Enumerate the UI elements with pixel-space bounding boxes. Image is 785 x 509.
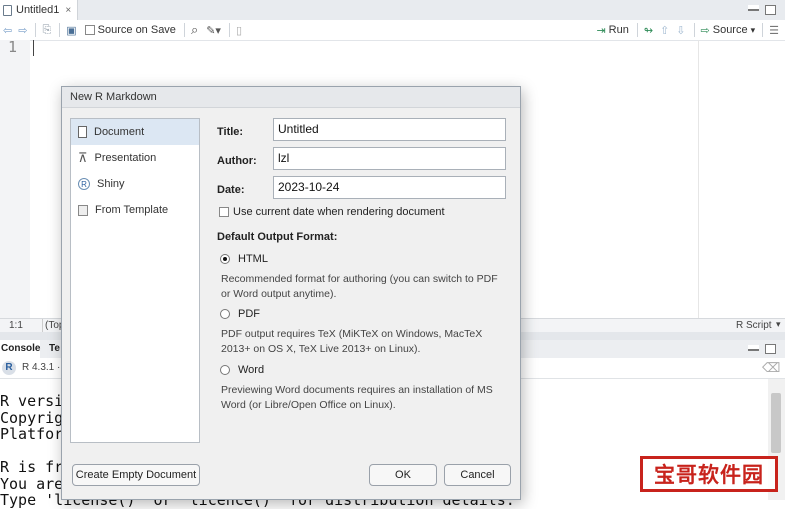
dialog-title: New R Markdown <box>62 87 520 108</box>
word-label[interactable]: Word <box>238 364 264 376</box>
use-current-date-checkbox[interactable] <box>219 207 229 217</box>
pdf-label[interactable]: PDF <box>238 308 260 320</box>
show-in-window-icon[interactable]: ⎘ <box>42 24 51 37</box>
list-item-label: From Template <box>95 204 169 216</box>
html-radio[interactable] <box>220 254 230 264</box>
maximize-icon[interactable] <box>765 5 776 15</box>
word-radio[interactable] <box>220 365 230 375</box>
scrollbar-thumb[interactable] <box>771 393 781 453</box>
r-logo-icon: R <box>2 361 16 375</box>
word-description: Previewing Word documents requires an in… <box>221 383 511 413</box>
list-item-from-template[interactable]: From Template <box>71 197 199 223</box>
list-item-label: Document <box>94 126 145 138</box>
magic-wand-icon[interactable]: ✎▾ <box>206 24 221 37</box>
description-line: Word (or Libre/Open Office on Linux). <box>221 399 396 411</box>
source-on-save-label: Source on Save <box>97 24 176 36</box>
create-empty-document-button[interactable]: Create Empty Document <box>72 464 200 486</box>
status-divider <box>42 319 43 333</box>
description-line: Previewing Word documents requires an in… <box>221 384 493 396</box>
use-current-date-label: Use current date when rendering document <box>233 206 445 218</box>
back-arrow-icon[interactable]: ⇦ <box>3 24 12 37</box>
toolbar-divider <box>183 23 185 37</box>
minimize-icon[interactable] <box>748 345 759 351</box>
description-line: PDF output requires TeX (MiKTeX on Windo… <box>221 328 483 340</box>
compile-report-icon[interactable]: ▯ <box>236 24 242 37</box>
margin-guide <box>698 40 699 318</box>
chevron-down-icon: ▾ <box>776 319 781 329</box>
list-item-presentation[interactable]: ⊼ Presentation <box>71 145 199 171</box>
list-item-label: Presentation <box>94 152 157 164</box>
html-label[interactable]: HTML <box>238 253 268 265</box>
minimize-icon[interactable] <box>748 5 759 11</box>
description-line: or Word output anytime). <box>221 288 337 300</box>
cursor-position: 1:1 <box>9 320 23 331</box>
template-icon <box>78 204 88 216</box>
source-label: Source <box>712 24 748 36</box>
run-arrow-icon: ⇥ <box>596 24 606 37</box>
presentation-icon: ⊼ <box>78 150 88 165</box>
editor-toolbar: ⇦ ⇨ ⎘ ▣ Source on Save ⌕ ✎▾ ▯ ⇥ Run ↬ ⇧ … <box>0 20 785 41</box>
list-item-label: Shiny <box>97 178 125 190</box>
pdf-radio[interactable] <box>220 309 230 319</box>
toolbar-divider <box>693 23 695 37</box>
description-line: 2013+ on OS X, TeX Live 2013+ on Linux). <box>221 343 421 355</box>
toolbar-divider <box>762 23 764 37</box>
shiny-icon: R <box>78 178 90 190</box>
chevron-down-icon: ▾ <box>750 24 756 35</box>
html-description: Recommended format for authoring (you ca… <box>221 272 511 302</box>
r-file-icon <box>3 4 12 16</box>
tab-console[interactable]: Console <box>0 340 40 358</box>
outline-icon[interactable]: ☰ <box>769 24 779 37</box>
date-input[interactable]: 2023-10-24 <box>273 176 506 199</box>
checkbox-icon[interactable] <box>84 25 95 35</box>
run-button[interactable]: ⇥ Run <box>596 24 628 37</box>
toolbar-divider <box>228 23 230 37</box>
maximize-icon[interactable] <box>765 344 776 354</box>
r-version-label: R 4.3.1 · <box>22 362 61 373</box>
date-label: Date: <box>217 184 245 196</box>
author-label: Author: <box>217 155 257 167</box>
tab-untitled1[interactable]: Untitled1 × <box>0 0 78 20</box>
line-gutter <box>0 40 30 318</box>
document-type-list: Document ⊼ Presentation R Shiny From Tem… <box>70 118 200 443</box>
filetype-indicator[interactable]: R Script <box>736 320 772 331</box>
title-input[interactable]: Untitled <box>273 118 506 141</box>
toolbar-divider <box>59 23 61 37</box>
broom-icon[interactable]: ⌫ <box>762 360 780 376</box>
description-line: Recommended format for authoring (you ca… <box>221 273 498 285</box>
up-arrow-icon[interactable]: ⇧ <box>660 24 669 37</box>
output-format-heading: Default Output Format: <box>217 231 338 243</box>
watermark-logo: 宝哥软件园 <box>640 456 778 492</box>
line-number: 1 <box>8 38 18 56</box>
cancel-button[interactable]: Cancel <box>444 464 511 486</box>
source-on-save-checkbox[interactable]: Source on Save <box>84 24 176 36</box>
toolbar-divider <box>35 23 37 37</box>
save-icon[interactable]: ▣ <box>66 24 76 37</box>
run-label: Run <box>608 24 629 36</box>
title-label: Title: <box>217 126 244 138</box>
author-input[interactable]: lzl <box>273 147 506 170</box>
ok-button[interactable]: OK <box>369 464 437 486</box>
source-icon: ⇨ <box>700 24 710 37</box>
search-icon[interactable]: ⌕ <box>191 22 198 38</box>
source-button[interactable]: ⇨ Source ▾ <box>701 24 756 37</box>
forward-arrow-icon[interactable]: ⇨ <box>18 24 27 37</box>
rerun-icon[interactable]: ↬ <box>644 24 653 37</box>
new-r-markdown-dialog: New R Markdown Document ⊼ Presentation R… <box>61 86 521 500</box>
tab-close-icon[interactable]: × <box>65 5 71 16</box>
tab-label: Untitled1 <box>16 4 60 16</box>
tab-terminal[interactable]: Te <box>49 340 60 358</box>
toolbar-divider <box>636 23 638 37</box>
down-arrow-icon[interactable]: ⇩ <box>676 24 685 37</box>
list-item-shiny[interactable]: R Shiny <box>71 171 199 197</box>
pdf-description: PDF output requires TeX (MiKTeX on Windo… <box>221 327 511 357</box>
list-item-document[interactable]: Document <box>71 119 199 145</box>
editor-tab-bar: Untitled1 × <box>0 0 785 21</box>
document-icon <box>78 126 87 138</box>
